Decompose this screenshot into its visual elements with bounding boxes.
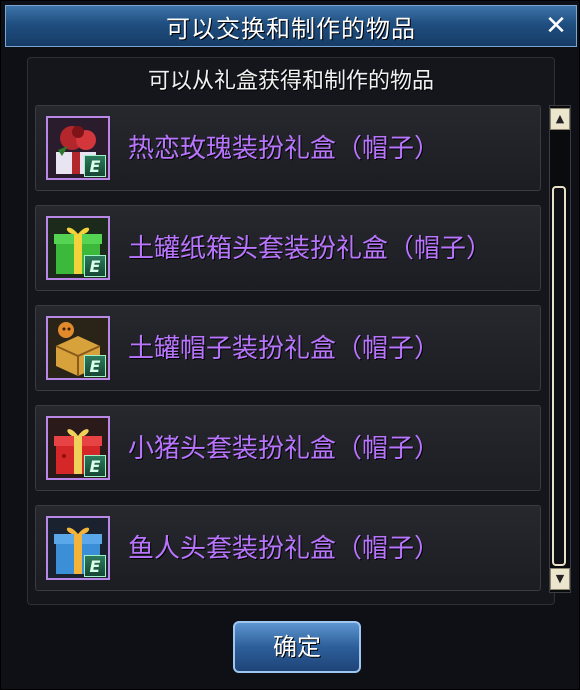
badge-e: E: [84, 455, 106, 477]
window-title: 可以交换和制作的物品: [166, 14, 416, 43]
scrollbar[interactable]: ▲ ▼: [549, 105, 571, 593]
item-label: 热恋玫瑰装扮礼盒（帽子）: [128, 134, 441, 164]
badge-e: E: [84, 255, 106, 277]
basket-gift-icon: E: [46, 316, 110, 380]
scroll-down-button[interactable]: ▼: [550, 568, 570, 590]
item-label: 土罐纸箱头套装扮礼盒（帽子）: [128, 234, 493, 264]
badge-e: E: [84, 555, 106, 577]
green-gift-icon: E: [46, 216, 110, 280]
confirm-button[interactable]: 确定: [233, 621, 361, 673]
blue-gift-icon: E: [46, 516, 110, 580]
list-item[interactable]: E 土罐帽子装扮礼盒（帽子）: [35, 305, 541, 391]
close-button[interactable]: ✕: [542, 12, 570, 40]
panel-subtitle: 可以从礼盒获得和制作的物品: [147, 69, 434, 94]
badge-e: E: [84, 155, 106, 177]
title-bar[interactable]: 可以交换和制作的物品 ✕: [5, 5, 577, 47]
item-label: 土罐帽子装扮礼盒（帽子）: [128, 334, 441, 364]
scroll-thumb[interactable]: [552, 186, 566, 566]
chevron-down-icon: ▼: [555, 572, 565, 585]
list-item[interactable]: E 土罐纸箱头套装扮礼盒（帽子）: [35, 205, 541, 291]
list-item[interactable]: E 鱼人头套装扮礼盒（帽子）: [35, 505, 541, 591]
list-item[interactable]: E 热恋玫瑰装扮礼盒（帽子）: [35, 105, 541, 191]
close-icon: ✕: [545, 11, 567, 41]
exchange-window: 可以交换和制作的物品 ✕ 可以从礼盒获得和制作的物品 E 热恋玫瑰装扮礼盒（帽子…: [0, 0, 580, 690]
scroll-up-button[interactable]: ▲: [550, 108, 570, 130]
item-label: 小猪头套装扮礼盒（帽子）: [128, 434, 441, 464]
badge-e: E: [84, 355, 106, 377]
list-item[interactable]: E 小猪头套装扮礼盒（帽子）: [35, 405, 541, 491]
rose-gift-icon: E: [46, 116, 110, 180]
item-label: 鱼人头套装扮礼盒（帽子）: [128, 534, 441, 564]
red-gift-icon: E: [46, 416, 110, 480]
chevron-up-icon: ▲: [555, 112, 565, 125]
